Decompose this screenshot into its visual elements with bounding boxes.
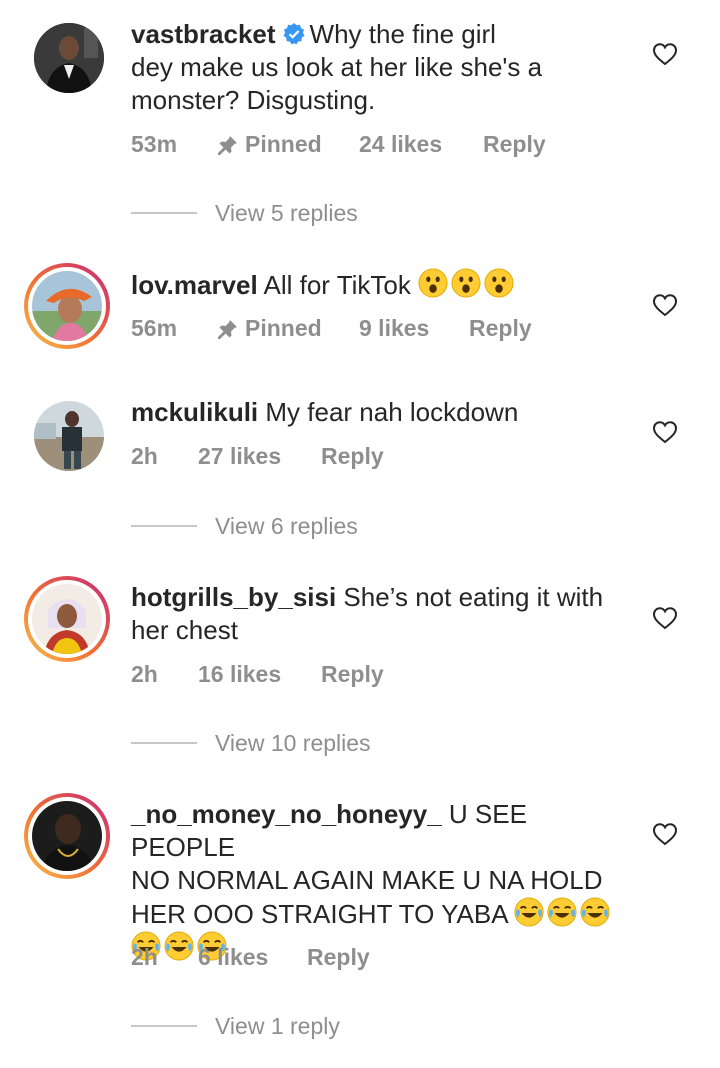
view-replies-button[interactable]: View 6 replies	[131, 511, 358, 541]
divider	[131, 212, 197, 214]
comment-body-line: monster? Disgusting.	[131, 85, 376, 115]
view-replies-button[interactable]: View 10 replies	[131, 728, 371, 758]
username[interactable]: vastbracket	[131, 19, 276, 49]
username[interactable]: hotgrills_by_sisi	[131, 582, 336, 612]
comment-body: All for TikTok	[263, 270, 411, 300]
tears-of-joy-emoji-icon	[547, 897, 577, 927]
username[interactable]: mckulikuli	[131, 397, 258, 427]
reply-button[interactable]: Reply	[469, 315, 532, 342]
comment-time: 56m	[131, 314, 178, 341]
comment-time: 53m	[131, 130, 178, 157]
surprised-face-emoji-icon	[484, 268, 514, 298]
comment-text: hotgrills_by_sisi She’s not eating it wi…	[131, 581, 631, 647]
heart-icon[interactable]	[652, 42, 678, 66]
likes-count[interactable]: 27 likes	[198, 443, 321, 470]
pinned-label: Pinned	[217, 315, 359, 342]
pin-icon	[217, 134, 239, 156]
comment-text: vastbracket Why the fine girl dey make us…	[131, 18, 631, 117]
divider	[131, 742, 197, 744]
likes-count[interactable]: 9 likes	[359, 315, 469, 342]
reply-button[interactable]: Reply	[483, 131, 546, 158]
verified-badge-icon	[283, 23, 305, 45]
view-replies-button[interactable]: View 5 replies	[131, 198, 358, 228]
pin-icon	[217, 318, 239, 340]
username[interactable]: lov.marvel	[131, 270, 258, 300]
divider	[131, 1025, 197, 1027]
comment-time: 2h	[131, 660, 158, 687]
likes-count[interactable]: 6 likes	[198, 944, 307, 971]
comment-text: lov.marvel All for TikTok	[131, 268, 631, 302]
reply-button[interactable]: Reply	[321, 443, 384, 470]
surprised-face-emoji-icon	[451, 268, 481, 298]
comment-time: 2h	[131, 943, 158, 970]
view-replies-button[interactable]: View 1 reply	[131, 1011, 340, 1041]
avatar[interactable]	[24, 263, 110, 349]
avatar[interactable]	[34, 401, 104, 471]
reply-button[interactable]: Reply	[321, 661, 384, 688]
likes-count[interactable]: 16 likes	[198, 661, 321, 688]
surprised-face-emoji-icon	[418, 268, 448, 298]
avatar[interactable]	[24, 576, 110, 662]
avatar[interactable]	[34, 23, 104, 93]
comment-body-line: NO NORMAL AGAIN MAKE U NA HOLD	[131, 865, 603, 895]
tears-of-joy-emoji-icon	[514, 897, 544, 927]
comment-meta: 2h 6 likes Reply	[131, 942, 370, 972]
avatar[interactable]	[24, 793, 110, 879]
comment-text: _no_money_no_honeyy_ U SEE PEOPLE NO NOR…	[131, 798, 631, 965]
username[interactable]: _no_money_no_honeyy_	[131, 799, 442, 829]
tears-of-joy-emoji-icon	[580, 897, 610, 927]
pinned-label: Pinned	[217, 131, 359, 158]
comment-meta: 56m Pinned 9 likes Reply	[131, 313, 532, 343]
comment-body-line: She’s not eating it with	[343, 582, 604, 612]
comment-body-line: dey make us look at her like she's a	[131, 52, 543, 82]
comment-body-line: Why the fine girl	[309, 19, 496, 49]
heart-icon[interactable]	[652, 293, 678, 317]
reply-button[interactable]: Reply	[307, 944, 370, 971]
likes-count[interactable]: 24 likes	[359, 131, 483, 158]
comment-text: mckulikuli My fear nah lockdown	[131, 396, 631, 429]
divider	[131, 525, 197, 527]
comment-meta: 53m Pinned 24 likes Reply	[131, 129, 546, 159]
comment-time: 2h	[131, 442, 158, 469]
comment-meta: 2h 27 likes Reply	[131, 441, 384, 471]
comment-body-line: HER OOO STRAIGHT TO YABA	[131, 899, 508, 929]
comment-body: My fear nah lockdown	[265, 397, 519, 427]
heart-icon[interactable]	[652, 822, 678, 846]
heart-icon[interactable]	[652, 420, 678, 444]
heart-icon[interactable]	[652, 606, 678, 630]
comment-meta: 2h 16 likes Reply	[131, 659, 384, 689]
comment-body-line: her chest	[131, 615, 238, 645]
